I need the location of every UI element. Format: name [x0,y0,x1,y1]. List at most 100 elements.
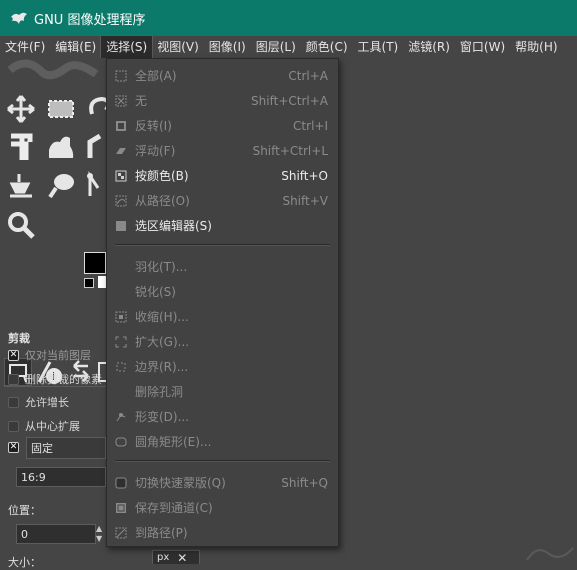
menu-8[interactable]: 滤镜(R) [403,36,455,58]
to-path-icon [115,527,127,539]
background-color-swatch[interactable] [98,276,106,288]
text-tool-partial-icon[interactable] [86,132,106,162]
shrink-icon [115,311,127,323]
select-menu-item-label: 按颜色(B) [135,169,189,183]
toolbox: i 剪裁 ✕ 仅对当前图层 删除剪裁的像素 允许增长 从中心扩展 ✕ 固定 16… [0,58,106,569]
aspect-ratio-input[interactable]: 16:9 [16,467,106,487]
fixed-option[interactable]: ✕ [8,442,25,453]
menu-1[interactable]: 编辑(E) [50,36,101,58]
select-menu-item-label: 锐化(S) [135,285,176,299]
gimp-logo-icon [11,12,27,24]
no-icon [115,386,127,398]
menu-4[interactable]: 图像(I) [204,36,251,58]
menu-5[interactable]: 图层(L) [251,36,301,58]
warp-tool-icon[interactable] [46,132,76,162]
invert-icon [115,120,127,132]
menu-9[interactable]: 窗口(W) [455,36,510,58]
select-menu-item-12[interactable]: 删除孔洞 [107,379,338,404]
select-menu-item-4[interactable]: 按颜色(B) Shift+O [107,163,338,188]
expand-from-center-option[interactable]: 从中心扩展 [8,418,80,434]
select-menu-item-6[interactable]: 选区编辑器(S) [107,213,338,238]
grow-icon [115,336,127,348]
select-menu-item-accel: Ctrl+A [288,68,328,83]
select-menu-item-15[interactable]: 切换快速蒙版(Q) Shift+Q [107,470,338,495]
menu-separator [115,460,330,462]
foreground-color-swatch[interactable] [84,252,106,274]
delete-cropped-option[interactable]: 删除剪裁的像素 [8,371,102,387]
select-menu-item-label: 全部(A) [135,69,177,83]
select-menu-item-accel: Shift+O [281,168,328,183]
select-menu-item-label: 反转(I) [135,119,172,133]
checkbox-checked-icon[interactable]: ✕ [8,349,19,361]
menu-7[interactable]: 工具(T) [353,36,404,58]
select-menu-item-label: 羽化(T)... [135,260,188,274]
corner-decoration-icon [526,547,574,561]
smudge-tool-icon[interactable] [46,170,76,200]
select-menu-item-17[interactable]: 到路径(P) [107,520,338,545]
no-icon [115,261,127,273]
save-channel-icon [115,502,127,514]
select-menu-item-accel: Shift+Q [281,475,328,490]
move-tool-icon[interactable] [6,94,36,124]
current-layer-only-option[interactable]: ✕ 仅对当前图层 [8,347,91,363]
select-menu-item-1[interactable]: 无 Shift+Ctrl+A [107,88,338,113]
select-menu-item-label: 形变(D)... [135,410,190,424]
select-menu-item-accel: Shift+V [282,193,328,208]
reset-colors-icon[interactable] [84,278,94,288]
window-title: GNU 图像处理程序 [34,12,146,28]
select-menu-item-label: 浮动(F) [135,144,176,158]
select-menu-item-14[interactable]: 圆角矩形(E)... [107,429,338,454]
select-menu-item-0[interactable]: 全部(A) Ctrl+A [107,63,338,88]
zoom-tool-icon[interactable] [6,210,36,240]
select-menu-dropdown: 全部(A) Ctrl+A 无 Shift+Ctrl+A 反转(I) Ctrl+I 浮动(F)… [106,58,339,547]
checkbox-icon[interactable] [8,373,19,385]
select-menu-item-13[interactable]: 形变(D)... [107,404,338,429]
size-label: 大小： [8,556,41,569]
menu-10[interactable]: 帮助(H) [510,36,562,58]
toolbox-header-art-icon [7,59,99,80]
by-color-icon [115,170,127,182]
checkbox-icon[interactable] [8,396,19,408]
select-menu-item-10[interactable]: 扩大(G)... [107,329,338,354]
select-menu-item-label: 切换快速蒙版(Q) [135,476,226,490]
select-menu-item-label: 到路径(P) [135,526,188,540]
position-stepper[interactable]: ▲ ▼ [96,524,106,544]
select-menu-item-label: 扩大(G)... [135,335,190,349]
select-menu-item-accel: Shift+Ctrl+A [251,93,328,108]
checkbox-icon[interactable] [8,420,19,432]
select-menu-item-3[interactable]: 浮动(F) Shift+Ctrl+L [107,138,338,163]
menu-3[interactable]: 视图(V) [152,36,204,58]
select-menu-item-11[interactable]: 边界(R)... [107,354,338,379]
title-bar: GNU 图像处理程序 [0,0,577,36]
close-icon[interactable]: ✕ [177,551,187,565]
menu-0[interactable]: 文件(F) [0,36,50,58]
path-tool-icon[interactable] [86,170,106,200]
menu-bar: 文件(F) 编辑(E) 选择(S) 视图(V) 图像(I) 图层(L) 颜色(C) 工具(T)… [0,35,577,59]
position-x-input[interactable]: 0 [16,524,96,544]
menu-2[interactable]: 选择(S) [100,35,154,59]
select-menu-item-5[interactable]: 从路径(O) Shift+V [107,188,338,213]
select-menu-item-label: 选区编辑器(S) [135,219,212,233]
select-menu-item-9[interactable]: 收缩(H)... [107,304,338,329]
select-menu-item-8[interactable]: 锐化(S) [107,279,338,304]
select-menu-item-7[interactable]: 羽化(T)... [107,254,338,279]
rect-select-tool-icon[interactable] [46,94,76,124]
select-menu-item-label: 收缩(H)... [135,310,189,324]
select-menu-item-2[interactable]: 反转(I) Ctrl+I [107,113,338,138]
menu-6[interactable]: 颜色(C) [301,36,353,58]
fixed-mode-select[interactable]: 固定 [26,437,106,459]
select-menu-item-label: 边界(R)... [135,360,189,374]
crop-tool-icon[interactable] [6,132,36,162]
quick-mask-icon [115,477,127,489]
select-menu-item-16[interactable]: 保存到通道(C) [107,495,338,520]
checkbox-checked-icon[interactable]: ✕ [8,442,19,453]
tool-options-title: 剪裁 [8,332,30,345]
select-none-icon [115,95,127,107]
bucket-fill-tool-icon[interactable] [6,170,36,200]
unit-select[interactable]: px ✕ [152,550,200,565]
allow-growing-option[interactable]: 允许增长 [8,394,69,410]
rounded-rect-icon [115,436,127,448]
select-all-icon [115,70,127,82]
lasso-tool-icon[interactable] [86,94,106,124]
select-menu-item-label: 从路径(O) [135,194,190,208]
